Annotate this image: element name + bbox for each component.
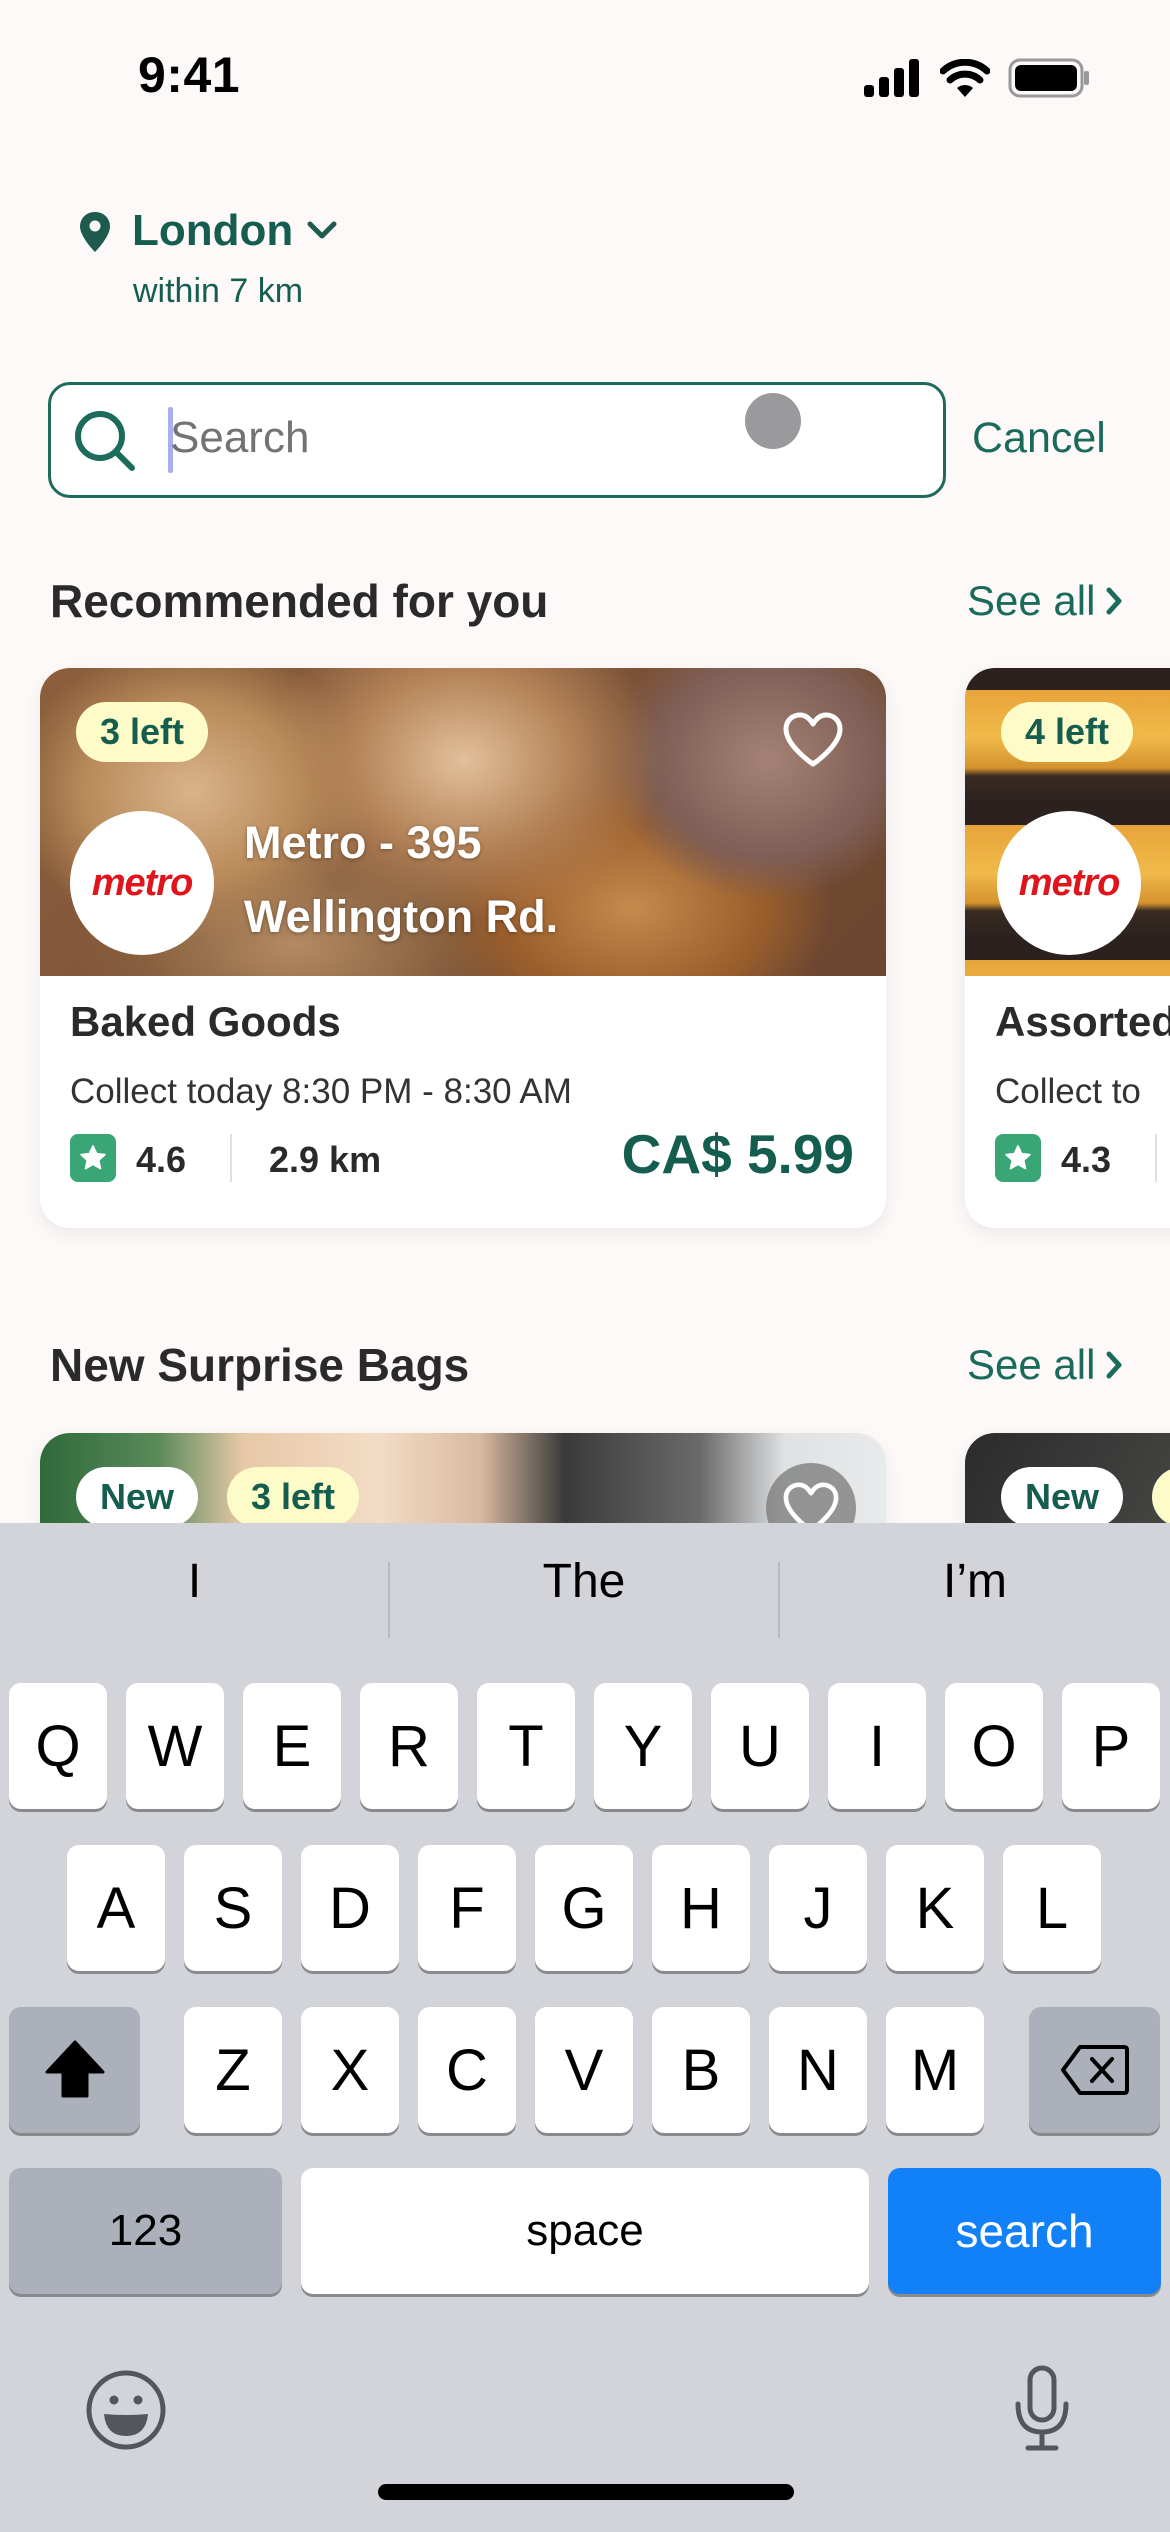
rating-star-icon: [995, 1134, 1041, 1182]
emoji-icon[interactable]: [84, 2368, 168, 2457]
key-a[interactable]: A: [67, 1845, 165, 1971]
chevron-right-icon: [1106, 1351, 1122, 1379]
location-pin-icon[interactable]: [80, 212, 110, 257]
store-name: Metro - 395 Wellington Rd.: [244, 806, 558, 954]
location-radius[interactable]: within 7 km: [133, 272, 303, 311]
backspace-icon: [1060, 2045, 1129, 2095]
key-j[interactable]: J: [769, 1845, 867, 1971]
favorite-heart-icon[interactable]: [782, 712, 844, 773]
search-icon: [70, 406, 140, 481]
wifi-icon: [940, 59, 990, 97]
see-all-label: See all: [967, 577, 1096, 624]
stock-badge: 4 left: [1001, 702, 1134, 762]
battery-icon: [1008, 58, 1089, 98]
key-n[interactable]: N: [769, 2007, 867, 2133]
item-title: Assorted: [995, 998, 1170, 1045]
see-all-new-bags-button[interactable]: See all: [967, 1341, 1123, 1389]
key-v[interactable]: V: [535, 2007, 633, 2133]
key-z[interactable]: Z: [184, 2007, 282, 2133]
home-indicator: [378, 2484, 794, 2500]
search-placeholder: Search: [170, 413, 310, 462]
microphone-icon[interactable]: [1010, 2364, 1074, 2459]
key-h[interactable]: H: [652, 1845, 750, 1971]
stock-badge: 3 left: [227, 1467, 360, 1527]
key-b[interactable]: B: [652, 2007, 750, 2133]
key-c[interactable]: C: [418, 2007, 516, 2133]
touch-indicator: [745, 393, 801, 449]
search-key[interactable]: search: [888, 2168, 1161, 2294]
price: CA$ 5.99: [621, 1123, 854, 1185]
key-f[interactable]: F: [418, 1845, 516, 1971]
collect-time: Collect to: [995, 1072, 1141, 1111]
section-title-recommended: Recommended for you: [50, 575, 549, 627]
store-logo: metro: [70, 811, 214, 955]
backspace-key[interactable]: [1029, 2007, 1160, 2133]
status-icons: [864, 58, 1090, 98]
section-title-new-bags: New Surprise Bags: [50, 1339, 470, 1391]
key-u[interactable]: U: [711, 1683, 809, 1809]
item-title: Baked Goods: [70, 998, 341, 1045]
new-badge: New: [1001, 1467, 1124, 1527]
see-all-label: See all: [967, 1341, 1096, 1388]
key-q[interactable]: Q: [9, 1683, 107, 1809]
key-k[interactable]: K: [886, 1845, 984, 1971]
cancel-button[interactable]: Cancel: [972, 414, 1106, 463]
key-r[interactable]: R: [360, 1683, 458, 1809]
key-p[interactable]: P: [1062, 1683, 1160, 1809]
key-l[interactable]: L: [1003, 1845, 1101, 1971]
space-key[interactable]: space: [301, 2168, 869, 2294]
key-s[interactable]: S: [184, 1845, 282, 1971]
divider: [1155, 1134, 1157, 1182]
rating-value: 4.6: [136, 1139, 187, 1180]
store-logo-text: metro: [1018, 861, 1121, 904]
product-card[interactable]: 3 left metro Metro - 395 Wellington Rd. …: [40, 668, 886, 1228]
new-badge: New: [76, 1467, 199, 1527]
key-m[interactable]: M: [886, 2007, 984, 2133]
collect-time: Collect today 8:30 PM - 8:30 AM: [70, 1072, 572, 1111]
key-i[interactable]: I: [828, 1683, 926, 1809]
key-o[interactable]: O: [945, 1683, 1043, 1809]
store-name-line1: Metro - 395: [244, 817, 482, 868]
shift-arrow-icon: [45, 2040, 104, 2098]
suggestion-2[interactable]: The: [390, 1523, 778, 1640]
status-time: 9:41: [138, 47, 241, 103]
key-e[interactable]: E: [243, 1683, 341, 1809]
store-logo: metro: [997, 811, 1141, 955]
shift-key[interactable]: [9, 2007, 140, 2133]
suggestion-1[interactable]: I: [0, 1523, 389, 1640]
key-x[interactable]: X: [301, 2007, 399, 2133]
key-t[interactable]: T: [477, 1683, 575, 1809]
key-w[interactable]: W: [126, 1683, 224, 1809]
key-y[interactable]: Y: [594, 1683, 692, 1809]
product-card[interactable]: 4 left metro Assorted Collect to 4.3: [965, 668, 1170, 1228]
store-name-line2: Wellington Rd.: [244, 891, 559, 942]
rating-star-icon: [70, 1134, 116, 1182]
distance: 2.9 km: [269, 1139, 382, 1180]
store-logo-text: metro: [91, 861, 194, 904]
chevron-right-icon: [1106, 587, 1122, 615]
location-city[interactable]: London: [132, 206, 293, 256]
suggestion-3[interactable]: I’m: [780, 1523, 1170, 1640]
cellular-signal-icon: [864, 59, 919, 97]
key-d[interactable]: D: [301, 1845, 399, 1971]
see-all-recommended-button[interactable]: See all: [967, 577, 1123, 625]
rating-value: 4.3: [1061, 1139, 1112, 1180]
divider: [230, 1134, 232, 1182]
stock-badge: 3 left: [76, 702, 209, 762]
chevron-down-icon[interactable]: [306, 220, 338, 247]
key-g[interactable]: G: [535, 1845, 633, 1971]
numbers-key[interactable]: 123: [9, 2168, 282, 2294]
